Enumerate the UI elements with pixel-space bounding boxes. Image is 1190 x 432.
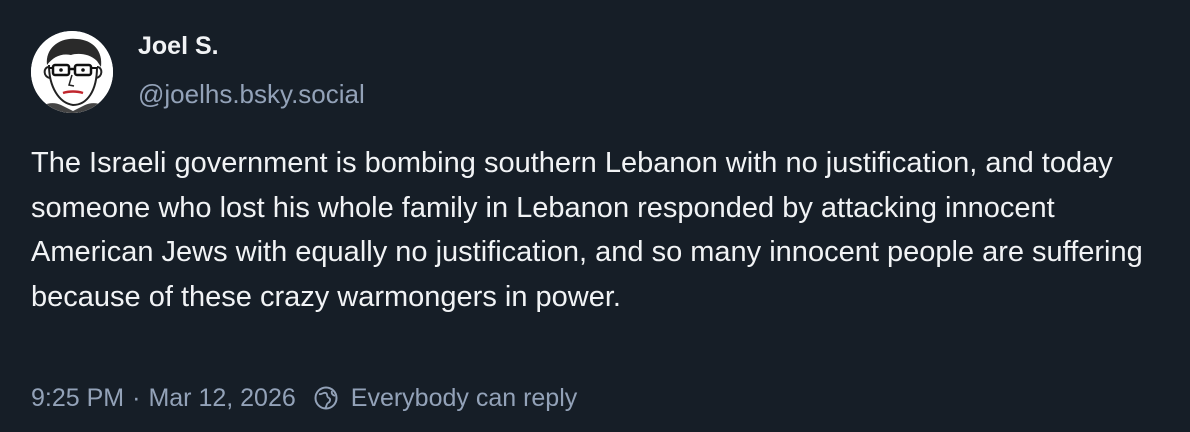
avatar[interactable] [31, 31, 113, 113]
post-date[interactable]: Mar 12, 2026 [148, 384, 295, 413]
avatar-face-icon [31, 31, 113, 113]
author-handle[interactable]: @joelhs.bsky.social [138, 79, 365, 110]
post-card: Joel S. @joelhs.bsky.social The Israeli … [0, 0, 1190, 432]
post-meta: 9:25 PM · Mar 12, 2026 Everybody can rep… [31, 380, 577, 416]
post-time[interactable]: 9:25 PM [31, 384, 124, 413]
post-text: The Israeli government is bombing southe… [31, 147, 1143, 313]
author-display-name[interactable]: Joel S. [138, 32, 219, 61]
reply-setting[interactable]: Everybody can reply [351, 384, 578, 413]
meta-separator: · [132, 383, 141, 412]
globe-icon [313, 385, 339, 411]
